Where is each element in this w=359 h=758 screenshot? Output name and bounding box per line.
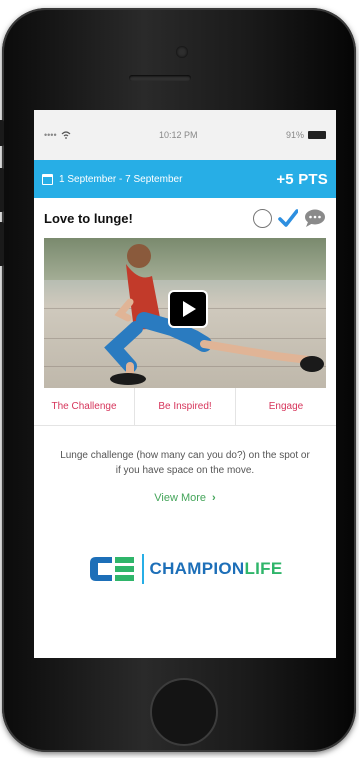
- view-more-label: View More: [154, 492, 207, 504]
- volume-down-button: [0, 222, 4, 266]
- logo-text-life: LIFE: [244, 559, 283, 578]
- tab-be-inspired[interactable]: Be Inspired!: [135, 388, 236, 425]
- challenge-title: Love to lunge!: [44, 210, 133, 226]
- logo-mark-icon: [89, 557, 134, 581]
- app-screen: •••• 10:12 PM 91% 1 September - 7 Septem…: [34, 110, 336, 658]
- view-more-link[interactable]: View More ›: [34, 492, 336, 504]
- check-icon[interactable]: [278, 208, 298, 228]
- date-range-label: 1 September - 7 September: [59, 173, 183, 185]
- chat-icon[interactable]: [304, 209, 326, 227]
- championlife-logo: CHAMPIONLIFE: [34, 554, 336, 584]
- home-button[interactable]: [150, 678, 218, 746]
- points-badge: +5 PTS: [276, 170, 328, 188]
- volume-up-button: [0, 168, 4, 212]
- speaker-grille: [129, 75, 191, 81]
- tab-the-challenge[interactable]: The Challenge: [34, 388, 135, 425]
- challenge-video[interactable]: [44, 238, 326, 388]
- week-range: 1 September - 7 September: [42, 173, 183, 185]
- status-left: ••••: [44, 130, 71, 140]
- status-time: 10:12 PM: [159, 130, 198, 140]
- wifi-icon: [61, 131, 71, 139]
- chevron-right-icon: ›: [212, 492, 216, 504]
- battery-icon: [308, 131, 326, 139]
- battery-percent: 91%: [285, 130, 304, 140]
- play-icon[interactable]: [170, 292, 206, 326]
- carrier-signal: ••••: [44, 130, 57, 140]
- silent-switch: [0, 120, 4, 146]
- logo-wordmark: CHAMPIONLIFE: [150, 559, 283, 579]
- logo-divider: [141, 554, 144, 584]
- challenge-title-row: Love to lunge!: [34, 198, 336, 238]
- challenge-description: Lunge challenge (how many can you do?) o…: [60, 450, 310, 476]
- challenge-actions: [253, 208, 326, 228]
- circle-icon[interactable]: [253, 208, 272, 228]
- week-header: 1 September - 7 September +5 PTS: [34, 160, 336, 198]
- status-bar: •••• 10:12 PM 91%: [34, 110, 336, 160]
- logo-text-champion: CHAMPION: [149, 559, 245, 578]
- calendar-icon: [42, 173, 53, 185]
- challenge-tabs: The Challenge Be Inspired! Engage: [34, 388, 336, 426]
- front-camera: [176, 46, 188, 58]
- tab-engage[interactable]: Engage: [236, 388, 336, 425]
- status-right: 91%: [286, 130, 326, 140]
